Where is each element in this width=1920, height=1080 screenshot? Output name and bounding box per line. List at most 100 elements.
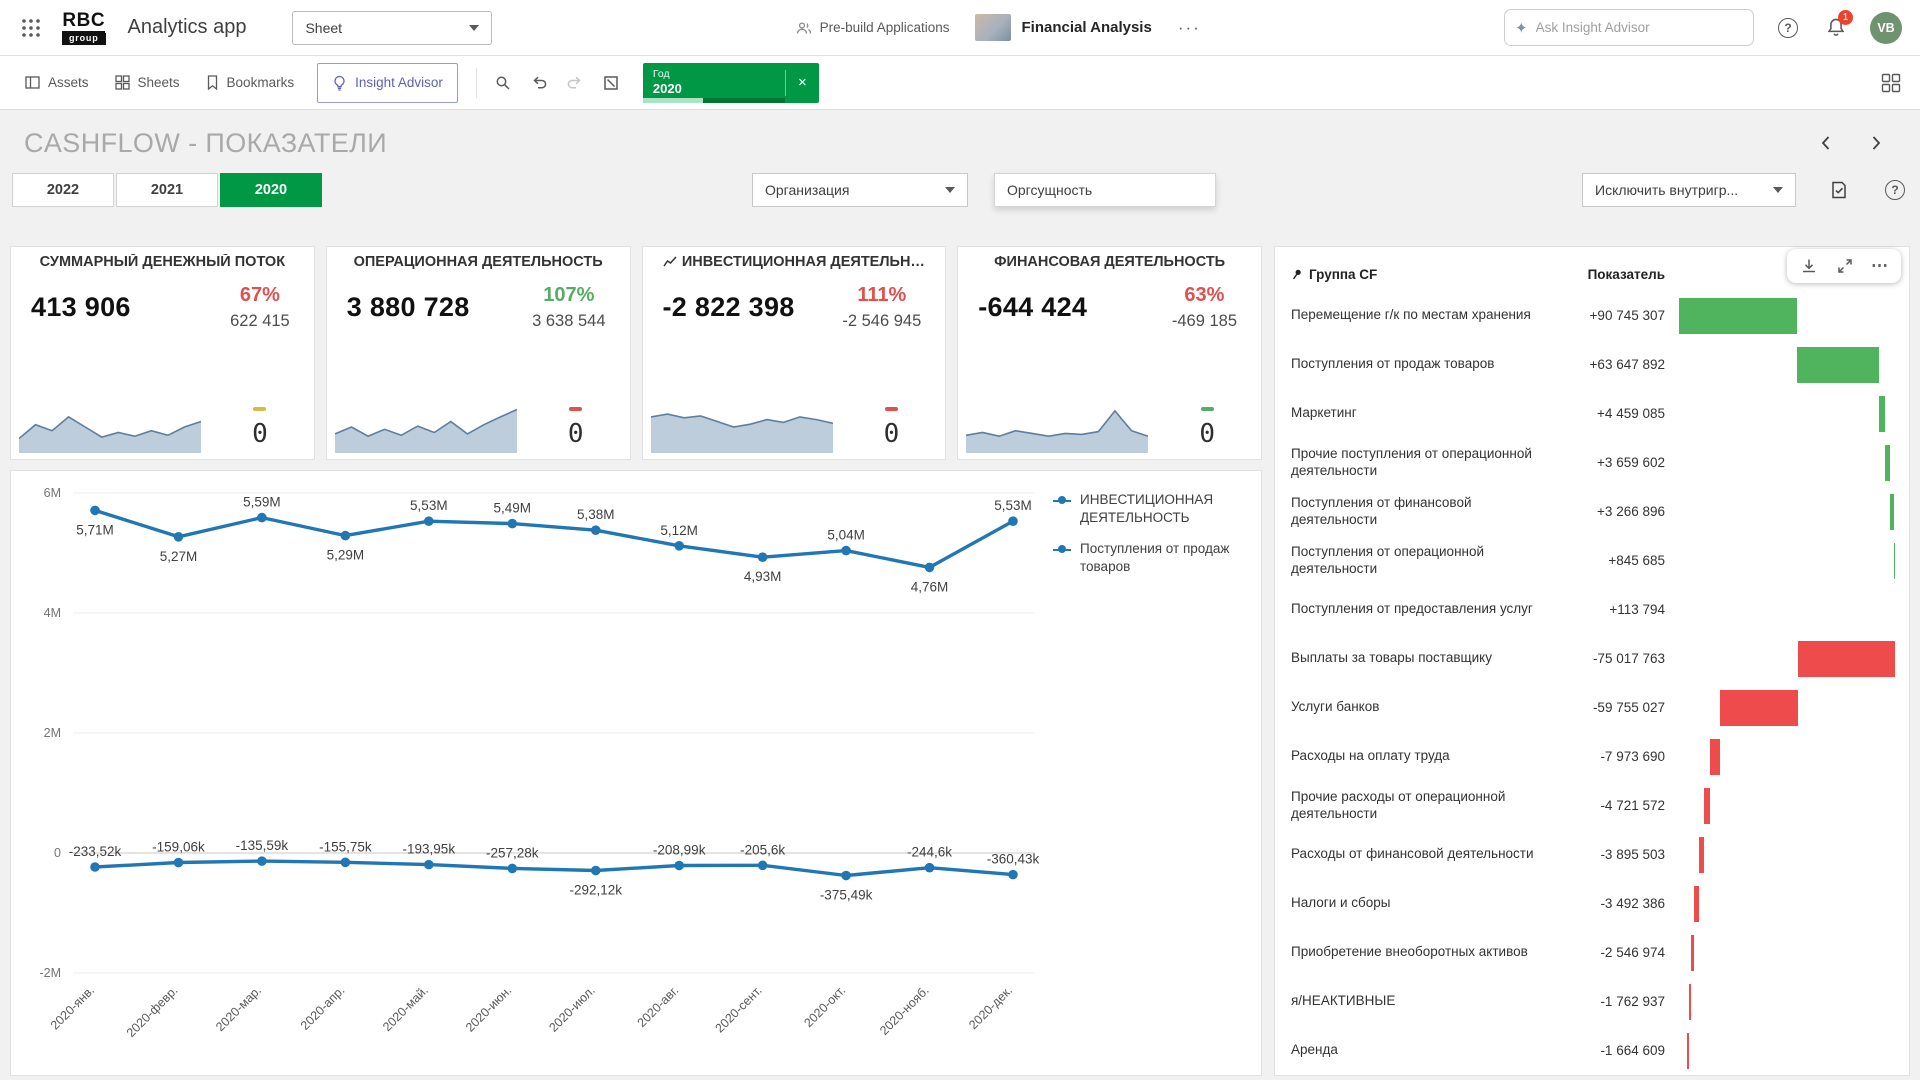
cf-group-label[interactable]: Поступления от предоставления услуг — [1291, 601, 1559, 618]
app-launcher-button[interactable] — [18, 15, 44, 41]
cf-group-label[interactable]: Поступления от операционной деятельности — [1291, 544, 1559, 578]
insight-advisor-button[interactable]: Insight Advisor — [317, 63, 458, 103]
year-button-2021[interactable]: 2021 — [116, 173, 218, 207]
bookmarks-button[interactable]: Bookmarks — [193, 56, 308, 109]
cf-group-label[interactable]: я/НЕАКТИВНЫЕ — [1291, 993, 1559, 1010]
waterfall-bar[interactable] — [1720, 690, 1797, 726]
header-more-button[interactable]: ··· — [1178, 18, 1201, 38]
cf-group-label[interactable]: Прочие поступления от операционной деяте… — [1291, 446, 1559, 480]
column-header-group[interactable]: Группа CF — [1309, 267, 1377, 282]
avatar[interactable]: VB — [1870, 12, 1902, 44]
step-back-button[interactable] — [521, 65, 557, 101]
waterfall-bar[interactable] — [1699, 837, 1704, 873]
cf-group-label[interactable]: Поступления от финансовой деятельности — [1291, 495, 1559, 529]
table-row[interactable]: Маркетинг+4 459 085 — [1291, 389, 1895, 438]
cf-group-label[interactable]: Налоги и сборы — [1291, 895, 1559, 912]
clear-selections-button[interactable] — [593, 65, 629, 101]
waterfall-bar[interactable] — [1689, 984, 1691, 1020]
table-row[interactable]: Поступления от финансовой деятельности+3… — [1291, 487, 1895, 536]
assets-button[interactable]: Assets — [12, 56, 102, 109]
cf-group-waterfall-panel[interactable]: ⋯ Группа CF Показатель Перемещение г/к п… — [1274, 246, 1910, 1076]
filter-chip-field: Год — [653, 68, 775, 80]
cf-group-label[interactable]: Прочие расходы от операционной деятельно… — [1291, 789, 1559, 823]
legend-item-investing[interactable]: ИНВЕСТИЦИОННАЯ ДЕЯТЕЛЬНОСТЬ — [1053, 491, 1249, 526]
step-forward-button[interactable] — [557, 65, 593, 101]
table-row[interactable]: Прочие расходы от операционной деятельно… — [1291, 781, 1895, 830]
year-button-2022[interactable]: 2022 — [12, 173, 114, 207]
kpi-zero-value: 0 — [884, 419, 900, 449]
fullscreen-button[interactable] — [1835, 256, 1855, 276]
sheet-selector[interactable]: Sheet — [292, 11, 492, 45]
legend-label: ИНВЕСТИЦИОННАЯ ДЕЯТЕЛЬНОСТЬ — [1080, 491, 1230, 526]
table-row[interactable]: Услуги банков-59 755 027 — [1291, 683, 1895, 732]
table-row[interactable]: Аренда-1 664 609 — [1291, 1026, 1895, 1075]
table-row[interactable]: Перемещение г/к по местам хранения+90 74… — [1291, 291, 1895, 340]
question-icon: ? — [1778, 18, 1798, 38]
waterfall-bar[interactable] — [1894, 543, 1895, 579]
table-row[interactable]: Налоги и сборы-3 492 386 — [1291, 879, 1895, 928]
waterfall-bar[interactable] — [1879, 396, 1885, 432]
year-button-2020[interactable]: 2020 — [220, 173, 322, 207]
waterfall-bar[interactable] — [1687, 1033, 1689, 1069]
waterfall-bar[interactable] — [1694, 886, 1699, 922]
brand-logo-line2: group — [62, 33, 106, 45]
table-row[interactable]: Прочие поступления от операционной деяте… — [1291, 438, 1895, 487]
insight-advisor-search[interactable]: ✦ — [1504, 9, 1754, 46]
more-options-button[interactable]: ⋯ — [1871, 256, 1889, 276]
notifications-button[interactable]: 1 — [1822, 14, 1850, 42]
help-button[interactable]: ? — [1774, 14, 1802, 42]
kpi-card-investing[interactable]: ИНВЕСТИЦИОННАЯ ДЕЯТЕЛЬН… -2 822 398 111%… — [642, 246, 947, 460]
cf-group-label[interactable]: Маркетинг — [1291, 405, 1559, 422]
waterfall-bar[interactable] — [1710, 739, 1720, 775]
org-entity-listbox[interactable]: Оргсущность — [994, 173, 1216, 207]
prev-sheet-button[interactable] — [1812, 129, 1840, 157]
table-row[interactable]: Поступления от предоставления услуг+113 … — [1291, 585, 1895, 634]
waterfall-bar[interactable] — [1691, 935, 1694, 971]
current-app[interactable]: Financial Analysis — [975, 14, 1151, 41]
table-row[interactable]: Выплаты за товары поставщику-75 017 763 — [1291, 634, 1895, 683]
kpi-card-total-cashflow[interactable]: СУММАРНЫЙ ДЕНЕЖНЫЙ ПОТОК 413 906 67% 622… — [10, 246, 315, 460]
table-row[interactable]: я/НЕАКТИВНЫЕ-1 762 937 — [1291, 977, 1895, 1026]
waterfall-bar[interactable] — [1679, 298, 1797, 334]
organization-dropdown[interactable]: Организация — [752, 173, 968, 207]
kpi-secondary-value: -2 546 945 — [842, 312, 921, 331]
cf-group-label[interactable]: Поступления от продаж товаров — [1291, 356, 1559, 373]
cf-group-label[interactable]: Приобретение внеоборотных активов — [1291, 944, 1559, 961]
cf-group-label[interactable]: Услуги банков — [1291, 699, 1559, 716]
waterfall-bar[interactable] — [1890, 494, 1894, 530]
line-chart-plot[interactable]: 6M4M2M0-2M2020-янв.2020-февр.2020-мар.20… — [17, 475, 1049, 1067]
table-row[interactable]: Приобретение внеоборотных активов-2 546 … — [1291, 928, 1895, 977]
cf-group-label[interactable]: Аренда — [1291, 1042, 1559, 1059]
table-row[interactable]: Расходы на оплату труда-7 973 690 — [1291, 732, 1895, 781]
search-input[interactable] — [1536, 20, 1743, 35]
sheets-button[interactable]: Sheets — [102, 56, 193, 109]
close-icon[interactable]: × — [786, 63, 819, 103]
waterfall-bar[interactable] — [1797, 347, 1879, 383]
svg-text:-233,52k: -233,52k — [69, 844, 122, 859]
legend-item-sales-receipts[interactable]: Поступления от продаж товаров — [1053, 540, 1249, 575]
cf-group-label[interactable]: Расходы на оплату труда — [1291, 748, 1559, 765]
kpi-card-operating[interactable]: ОПЕРАЦИОННАЯ ДЕЯТЕЛЬНОСТЬ 3 880 728 107%… — [326, 246, 631, 460]
monthly-line-chart[interactable]: 6M4M2M0-2M2020-янв.2020-февр.2020-мар.20… — [10, 470, 1262, 1076]
table-row[interactable]: Поступления от операционной деятельности… — [1291, 536, 1895, 585]
kpi-card-financing[interactable]: ФИНАНСОВАЯ ДЕЯТЕЛЬНОСТЬ -644 424 63% -46… — [957, 246, 1262, 460]
sparkle-icon: ✦ — [1515, 19, 1528, 37]
cf-group-label[interactable]: Расходы от финансовой деятельности — [1291, 846, 1559, 863]
sheet-help-button[interactable]: ? — [1882, 177, 1908, 203]
search-selections-button[interactable] — [485, 65, 521, 101]
table-row[interactable]: Расходы от финансовой деятельности-3 895… — [1291, 830, 1895, 879]
exclude-intragroup-dropdown[interactable]: Исключить внутригр... — [1582, 173, 1796, 207]
download-button[interactable] — [1799, 256, 1819, 276]
sheet-layout-button[interactable] — [1874, 66, 1908, 100]
table-row[interactable]: Поступления от продаж товаров+63 647 892 — [1291, 340, 1895, 389]
next-sheet-button[interactable] — [1862, 129, 1890, 157]
apply-selections-button[interactable] — [1826, 177, 1852, 203]
cf-group-label[interactable]: Выплаты за товары поставщику — [1291, 650, 1559, 667]
filter-chip-year[interactable]: Год 2020 × — [643, 63, 819, 103]
waterfall-bar[interactable] — [1798, 641, 1895, 677]
column-header-value[interactable]: Показатель — [1559, 267, 1679, 282]
cf-group-label[interactable]: Перемещение г/к по местам хранения — [1291, 307, 1559, 324]
prebuild-applications-link[interactable]: Pre-build Applications — [796, 20, 950, 35]
waterfall-bar[interactable] — [1704, 788, 1710, 824]
waterfall-bar[interactable] — [1885, 445, 1890, 481]
